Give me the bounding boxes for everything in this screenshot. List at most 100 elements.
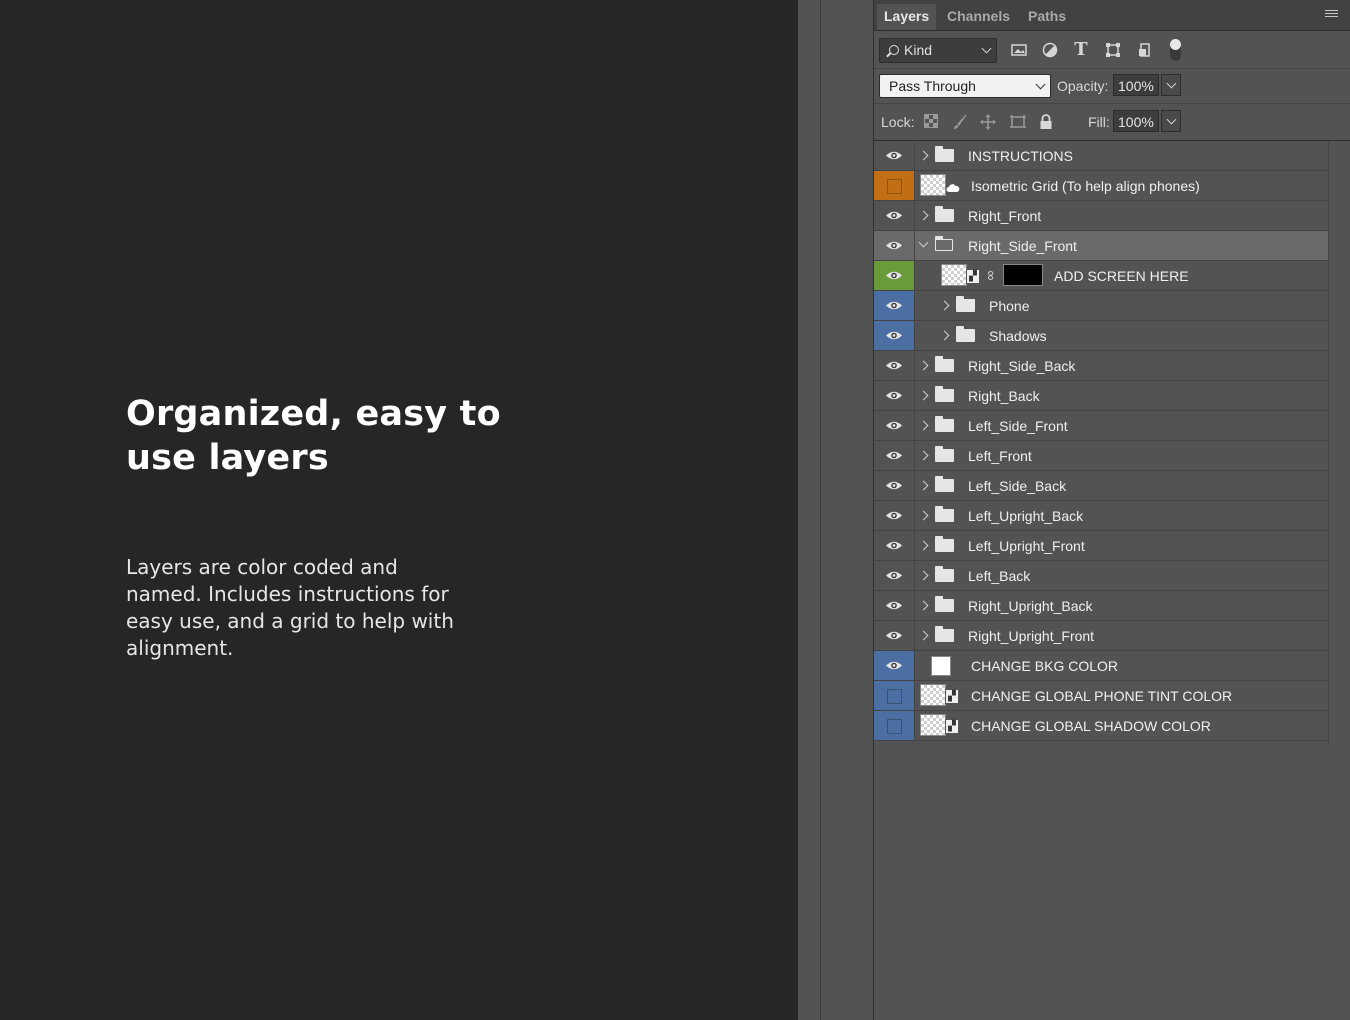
shape-filter-icon[interactable] xyxy=(1105,42,1121,58)
visibility-eye-icon[interactable] xyxy=(874,261,915,290)
chevron-right-icon[interactable] xyxy=(918,540,929,551)
blend-row: Pass Through Opacity: 100% xyxy=(874,69,1350,104)
smart-object-icon: ▞ xyxy=(945,719,959,734)
chevron-right-icon[interactable] xyxy=(939,300,950,311)
layer-row[interactable]: Left_Upright_Back xyxy=(874,501,1328,531)
visibility-eye-icon[interactable] xyxy=(874,381,915,410)
layer-name: Left_Front xyxy=(968,448,1032,464)
fill-label: Fill: xyxy=(1088,114,1110,130)
layer-row[interactable]: Shadows xyxy=(874,321,1328,351)
visibility-eye-icon[interactable] xyxy=(874,351,915,380)
blend-mode-select[interactable]: Pass Through xyxy=(879,74,1051,98)
adjustment-filter-icon[interactable] xyxy=(1042,42,1058,58)
layer-row[interactable]: Left_Side_Back xyxy=(874,471,1328,501)
layer-row[interactable]: Phone xyxy=(874,291,1328,321)
lock-transparent-icon[interactable] xyxy=(923,114,939,130)
chevron-right-icon[interactable] xyxy=(918,570,929,581)
chevron-right-icon[interactable] xyxy=(918,210,929,221)
layer-row[interactable]: ▞ CHANGE GLOBAL SHADOW COLOR xyxy=(874,711,1328,741)
visibility-eye-icon[interactable] xyxy=(874,471,915,500)
layer-name: ADD SCREEN HERE xyxy=(1054,268,1189,284)
layer-row[interactable]: Right_Back xyxy=(874,381,1328,411)
layer-row[interactable]: ▞ CHANGE GLOBAL PHONE TINT COLOR xyxy=(874,681,1328,711)
visibility-eye-icon[interactable] xyxy=(874,141,915,170)
layer-list-scrollbar[interactable] xyxy=(1328,141,1350,744)
chevron-right-icon[interactable] xyxy=(918,150,929,161)
link-chain-icon[interactable]: ∞ xyxy=(983,271,1000,281)
lock-artboard-icon[interactable] xyxy=(1009,114,1026,130)
chevron-right-icon[interactable] xyxy=(918,480,929,491)
chevron-down-icon[interactable] xyxy=(918,237,929,248)
folder-icon xyxy=(935,386,954,402)
opacity-input[interactable]: 100% xyxy=(1113,74,1159,96)
chevron-right-icon[interactable] xyxy=(918,510,929,521)
layer-row[interactable]: Right_Upright_Front xyxy=(874,621,1328,651)
visibility-eye-icon[interactable] xyxy=(874,201,915,230)
layer-row[interactable]: Isometric Grid (To help align phones) xyxy=(874,171,1328,201)
visibility-eye-icon[interactable] xyxy=(874,561,915,590)
chevron-right-icon[interactable] xyxy=(939,330,950,341)
visibility-eye-icon[interactable] xyxy=(874,621,915,650)
layer-name: Left_Upright_Back xyxy=(968,508,1084,524)
layer-row[interactable]: Left_Side_Front xyxy=(874,411,1328,441)
kind-filter-select[interactable]: Kind xyxy=(879,38,997,63)
layer-row[interactable]: Left_Upright_Front xyxy=(874,531,1328,561)
layer-thumbnail xyxy=(920,684,946,706)
tab-layers[interactable]: Layers xyxy=(877,4,937,30)
layer-row[interactable]: Right_Side_Front xyxy=(874,231,1328,261)
folder-icon xyxy=(935,146,954,162)
layer-name: Left_Upright_Front xyxy=(968,538,1085,554)
layer-row[interactable]: INSTRUCTIONS xyxy=(874,141,1328,171)
panel-menu-icon[interactable] xyxy=(1325,10,1338,19)
layer-row[interactable]: Right_Upright_Back xyxy=(874,591,1328,621)
image-filter-icon[interactable] xyxy=(1011,42,1027,58)
layer-name: Right_Upright_Back xyxy=(968,598,1093,614)
visibility-eye-icon[interactable] xyxy=(874,411,915,440)
chevron-down-icon xyxy=(1035,79,1046,90)
folder-icon xyxy=(956,296,975,312)
type-filter-icon[interactable]: T xyxy=(1073,41,1089,59)
layer-row[interactable]: Right_Front xyxy=(874,201,1328,231)
tab-paths[interactable]: Paths xyxy=(1021,4,1073,30)
fill-dropdown[interactable] xyxy=(1161,110,1181,132)
visibility-toggle[interactable] xyxy=(874,711,915,740)
chevron-right-icon[interactable] xyxy=(918,630,929,641)
visibility-eye-icon[interactable] xyxy=(874,321,915,350)
chevron-right-icon[interactable] xyxy=(918,450,929,461)
chevron-right-icon[interactable] xyxy=(918,390,929,401)
visibility-toggle[interactable] xyxy=(874,171,915,200)
visibility-toggle[interactable] xyxy=(874,681,915,710)
layer-name: Isometric Grid (To help align phones) xyxy=(971,178,1200,194)
layer-thumbnail xyxy=(941,264,967,286)
opacity-dropdown[interactable] xyxy=(1161,74,1181,96)
visibility-eye-icon[interactable] xyxy=(874,501,915,530)
folder-icon xyxy=(935,506,954,522)
chevron-right-icon[interactable] xyxy=(918,600,929,611)
visibility-eye-icon[interactable] xyxy=(874,651,915,680)
layer-mask-thumbnail[interactable] xyxy=(1003,264,1043,286)
chevron-right-icon[interactable] xyxy=(918,420,929,431)
visibility-eye-icon[interactable] xyxy=(874,591,915,620)
chevron-right-icon[interactable] xyxy=(918,360,929,371)
smart-object-filter-icon[interactable] xyxy=(1137,42,1153,58)
layer-row[interactable]: Left_Front xyxy=(874,441,1328,471)
visibility-eye-icon[interactable] xyxy=(874,441,915,470)
tab-channels[interactable]: Channels xyxy=(940,4,1017,30)
layer-row[interactable]: CHANGE BKG COLOR xyxy=(874,651,1328,681)
filter-toggle[interactable] xyxy=(1170,39,1181,61)
panel-tabs: Layers Channels Paths xyxy=(874,0,1350,31)
layer-row[interactable]: ▞ ∞ ADD SCREEN HERE xyxy=(874,261,1328,291)
lock-brush-icon[interactable] xyxy=(952,114,968,130)
fill-input[interactable]: 100% xyxy=(1113,110,1159,132)
visibility-eye-icon[interactable] xyxy=(874,531,915,560)
layer-list: INSTRUCTIONS Isometric Grid (To help alig… xyxy=(874,141,1328,741)
lock-position-icon[interactable] xyxy=(980,114,996,130)
visibility-eye-icon[interactable] xyxy=(874,231,915,260)
layer-thumbnail xyxy=(920,174,946,196)
lock-all-icon[interactable] xyxy=(1038,114,1054,130)
folder-icon xyxy=(956,326,975,342)
layer-name: Right_Upright_Front xyxy=(968,628,1095,644)
layer-row[interactable]: Right_Side_Back xyxy=(874,351,1328,381)
layer-row[interactable]: Left_Back xyxy=(874,561,1328,591)
visibility-eye-icon[interactable] xyxy=(874,291,915,320)
